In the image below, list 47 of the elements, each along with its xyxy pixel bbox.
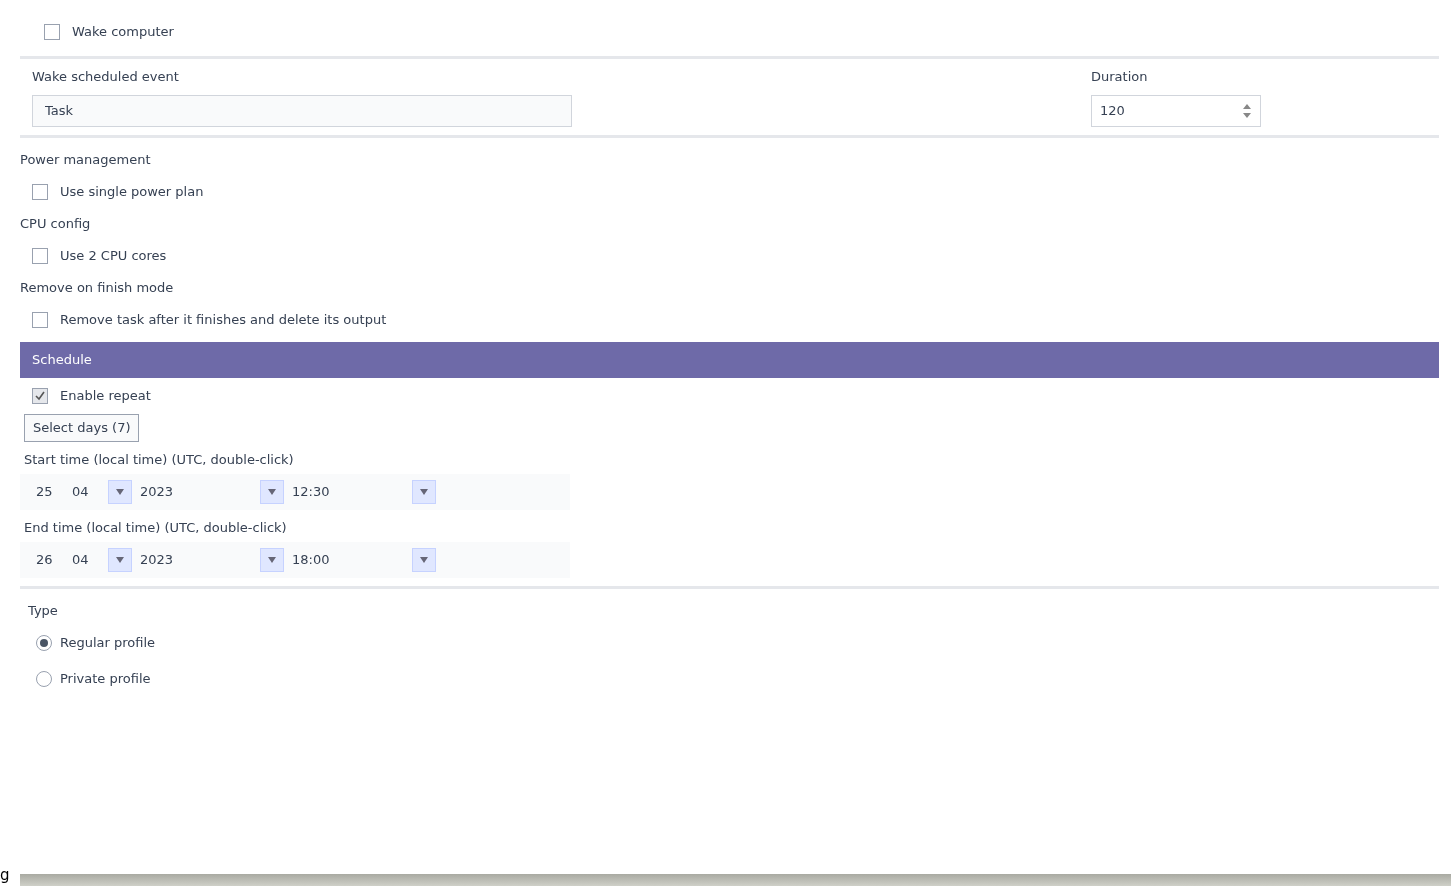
time-field[interactable]: 18:00 [292, 549, 404, 570]
spin-icon [1242, 102, 1252, 119]
duration-spinbox[interactable]: 120 [1091, 94, 1261, 127]
caret-icon [268, 556, 276, 563]
year-field[interactable]: 2023 [140, 481, 252, 502]
year-field[interactable]: 2023 [140, 549, 252, 570]
day-field[interactable]: 26 [36, 549, 64, 570]
event-field[interactable]: Task [32, 94, 572, 127]
calendar-button[interactable] [260, 479, 284, 504]
calendar-button[interactable] [260, 547, 284, 572]
caret-icon [420, 556, 428, 563]
option-label: Use single power plan [60, 182, 204, 201]
section-title: Power management [20, 150, 152, 169]
caret-icon [116, 488, 124, 495]
checkbox[interactable] [44, 24, 60, 40]
section-title: CPU config [20, 214, 92, 233]
schedule-bar: Schedule [20, 341, 1439, 378]
check-icon [35, 390, 45, 401]
option-label: Remove task after it finishes and delete its output [60, 310, 387, 329]
month-field[interactable]: 04 [72, 481, 100, 502]
type-title: Type [27, 601, 59, 620]
checkbox[interactable] [32, 247, 48, 264]
time-field[interactable]: 12:30 [292, 481, 404, 502]
duration-label: Duration [1091, 68, 1149, 86]
day-field[interactable]: 25 [36, 481, 64, 502]
option-label: Use 2 CPU cores [60, 246, 167, 265]
time-label: End time (local time) (UTC, double-click) [23, 518, 288, 537]
calendar-button[interactable] [108, 547, 132, 572]
fragment-text: g [0, 864, 11, 886]
calendar-button[interactable] [108, 479, 132, 504]
radio-label: Private profile [60, 669, 151, 688]
repeat-label: Enable repeat [60, 386, 151, 405]
month-field[interactable]: 04 [72, 549, 100, 570]
checkbox[interactable] [32, 387, 48, 404]
radio-label: Regular profile [60, 633, 156, 652]
select-days-button[interactable]: Select days (7) [24, 413, 140, 442]
caret-icon [116, 556, 124, 563]
checkbox[interactable] [32, 311, 48, 328]
checkbox[interactable] [32, 183, 48, 200]
caret-icon [420, 488, 428, 495]
section-title: Remove on finish mode [20, 278, 175, 297]
wake-label: Wake computer [72, 23, 174, 42]
caret-icon [268, 488, 276, 495]
event-label: Wake scheduled event [32, 68, 180, 86]
calendar-button[interactable] [412, 547, 436, 572]
time-label: Start time (local time) (UTC, double-click) [23, 450, 295, 469]
calendar-button[interactable] [412, 479, 436, 504]
